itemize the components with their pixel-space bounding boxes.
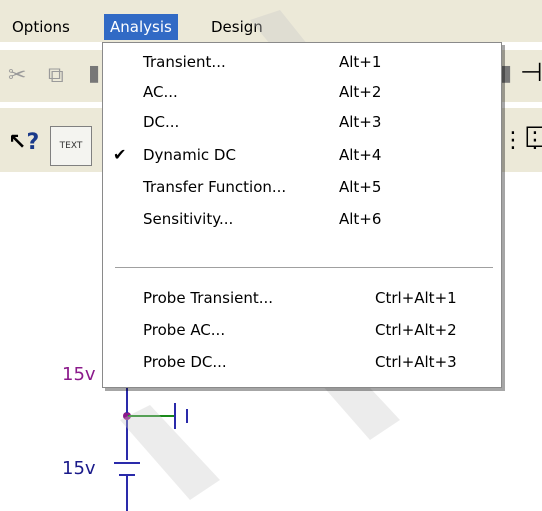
wire-vertical-top: [126, 385, 128, 413]
context-help-icon[interactable]: ↖?: [8, 130, 39, 155]
menu-item-dc[interactable]: DC... Alt+3: [103, 107, 501, 137]
menu-item-dynamic-dc[interactable]: ✔ Dynamic DC Alt+4: [103, 140, 501, 170]
menu-item-label: Probe Transient...: [143, 289, 274, 307]
menu-item-probe-dc[interactable]: Probe DC... Ctrl+Alt+3: [103, 347, 501, 377]
menu-item-shortcut: Alt+2: [339, 83, 382, 101]
text-tool-button[interactable]: TEXT: [50, 126, 92, 166]
menu-item-shortcut: Alt+4: [339, 146, 382, 164]
analysis-menu-dropdown: Transient... Alt+1 AC... Alt+2 DC... Alt…: [102, 42, 502, 388]
capacitor-plate-b: [186, 409, 188, 423]
menu-item-probe-transient[interactable]: Probe Transient... Ctrl+Alt+1: [103, 283, 501, 313]
menu-item-sensitivity[interactable]: Sensitivity... Alt+6: [103, 204, 501, 234]
wire-to-capacitor: [128, 415, 174, 417]
menu-item-label: Probe AC...: [143, 321, 226, 339]
menu-item-label: Transient...: [143, 53, 226, 71]
box-icon[interactable]: ☐: [524, 124, 542, 152]
wire-vertical-mid: [126, 420, 128, 460]
menu-options[interactable]: Options: [6, 14, 76, 40]
menu-item-label: Probe DC...: [143, 353, 227, 371]
menu-item-label: AC...: [143, 83, 178, 101]
menu-item-ac[interactable]: AC... Alt+2: [103, 77, 501, 107]
battery-voltage-label: 15v: [62, 458, 96, 479]
menu-item-label: Transfer Function...: [143, 178, 287, 196]
menu-item-shortcut: Alt+3: [339, 113, 382, 131]
node-voltage-label: 15v: [62, 364, 96, 385]
menu-design[interactable]: Design: [205, 14, 269, 40]
menu-item-shortcut: Alt+5: [339, 178, 382, 196]
menu-item-label: DC...: [143, 113, 180, 131]
menu-item-shortcut: Alt+6: [339, 210, 382, 228]
copy-icon[interactable]: ⧉: [48, 65, 64, 87]
menu-separator: [115, 267, 493, 269]
battery-plate-long: [114, 462, 140, 464]
paste-icon[interactable]: ▮: [88, 63, 100, 85]
capacitor-plate-a: [174, 403, 176, 429]
checkmark-icon: ✔: [113, 145, 127, 164]
menu-item-transient[interactable]: Transient... Alt+1: [103, 47, 501, 77]
wire-vertical-bottom: [126, 476, 128, 511]
menu-item-transfer-function[interactable]: Transfer Function... Alt+5: [103, 172, 501, 202]
cut-icon[interactable]: ✂: [8, 65, 26, 87]
menu-item-shortcut: Alt+1: [339, 53, 382, 71]
capacitor-icon[interactable]: ⊣⊢: [520, 58, 542, 88]
menu-item-probe-ac[interactable]: Probe AC... Ctrl+Alt+2: [103, 315, 501, 345]
menu-analysis[interactable]: Analysis: [104, 14, 178, 40]
menu-item-label: Dynamic DC: [143, 146, 236, 164]
menu-bar: Options Analysis Design: [0, 0, 542, 42]
menu-item-shortcut: Ctrl+Alt+2: [375, 321, 457, 339]
menu-item-shortcut: Ctrl+Alt+1: [375, 289, 457, 307]
menu-item-shortcut: Ctrl+Alt+3: [375, 353, 457, 371]
menu-item-label: Sensitivity...: [143, 210, 234, 228]
